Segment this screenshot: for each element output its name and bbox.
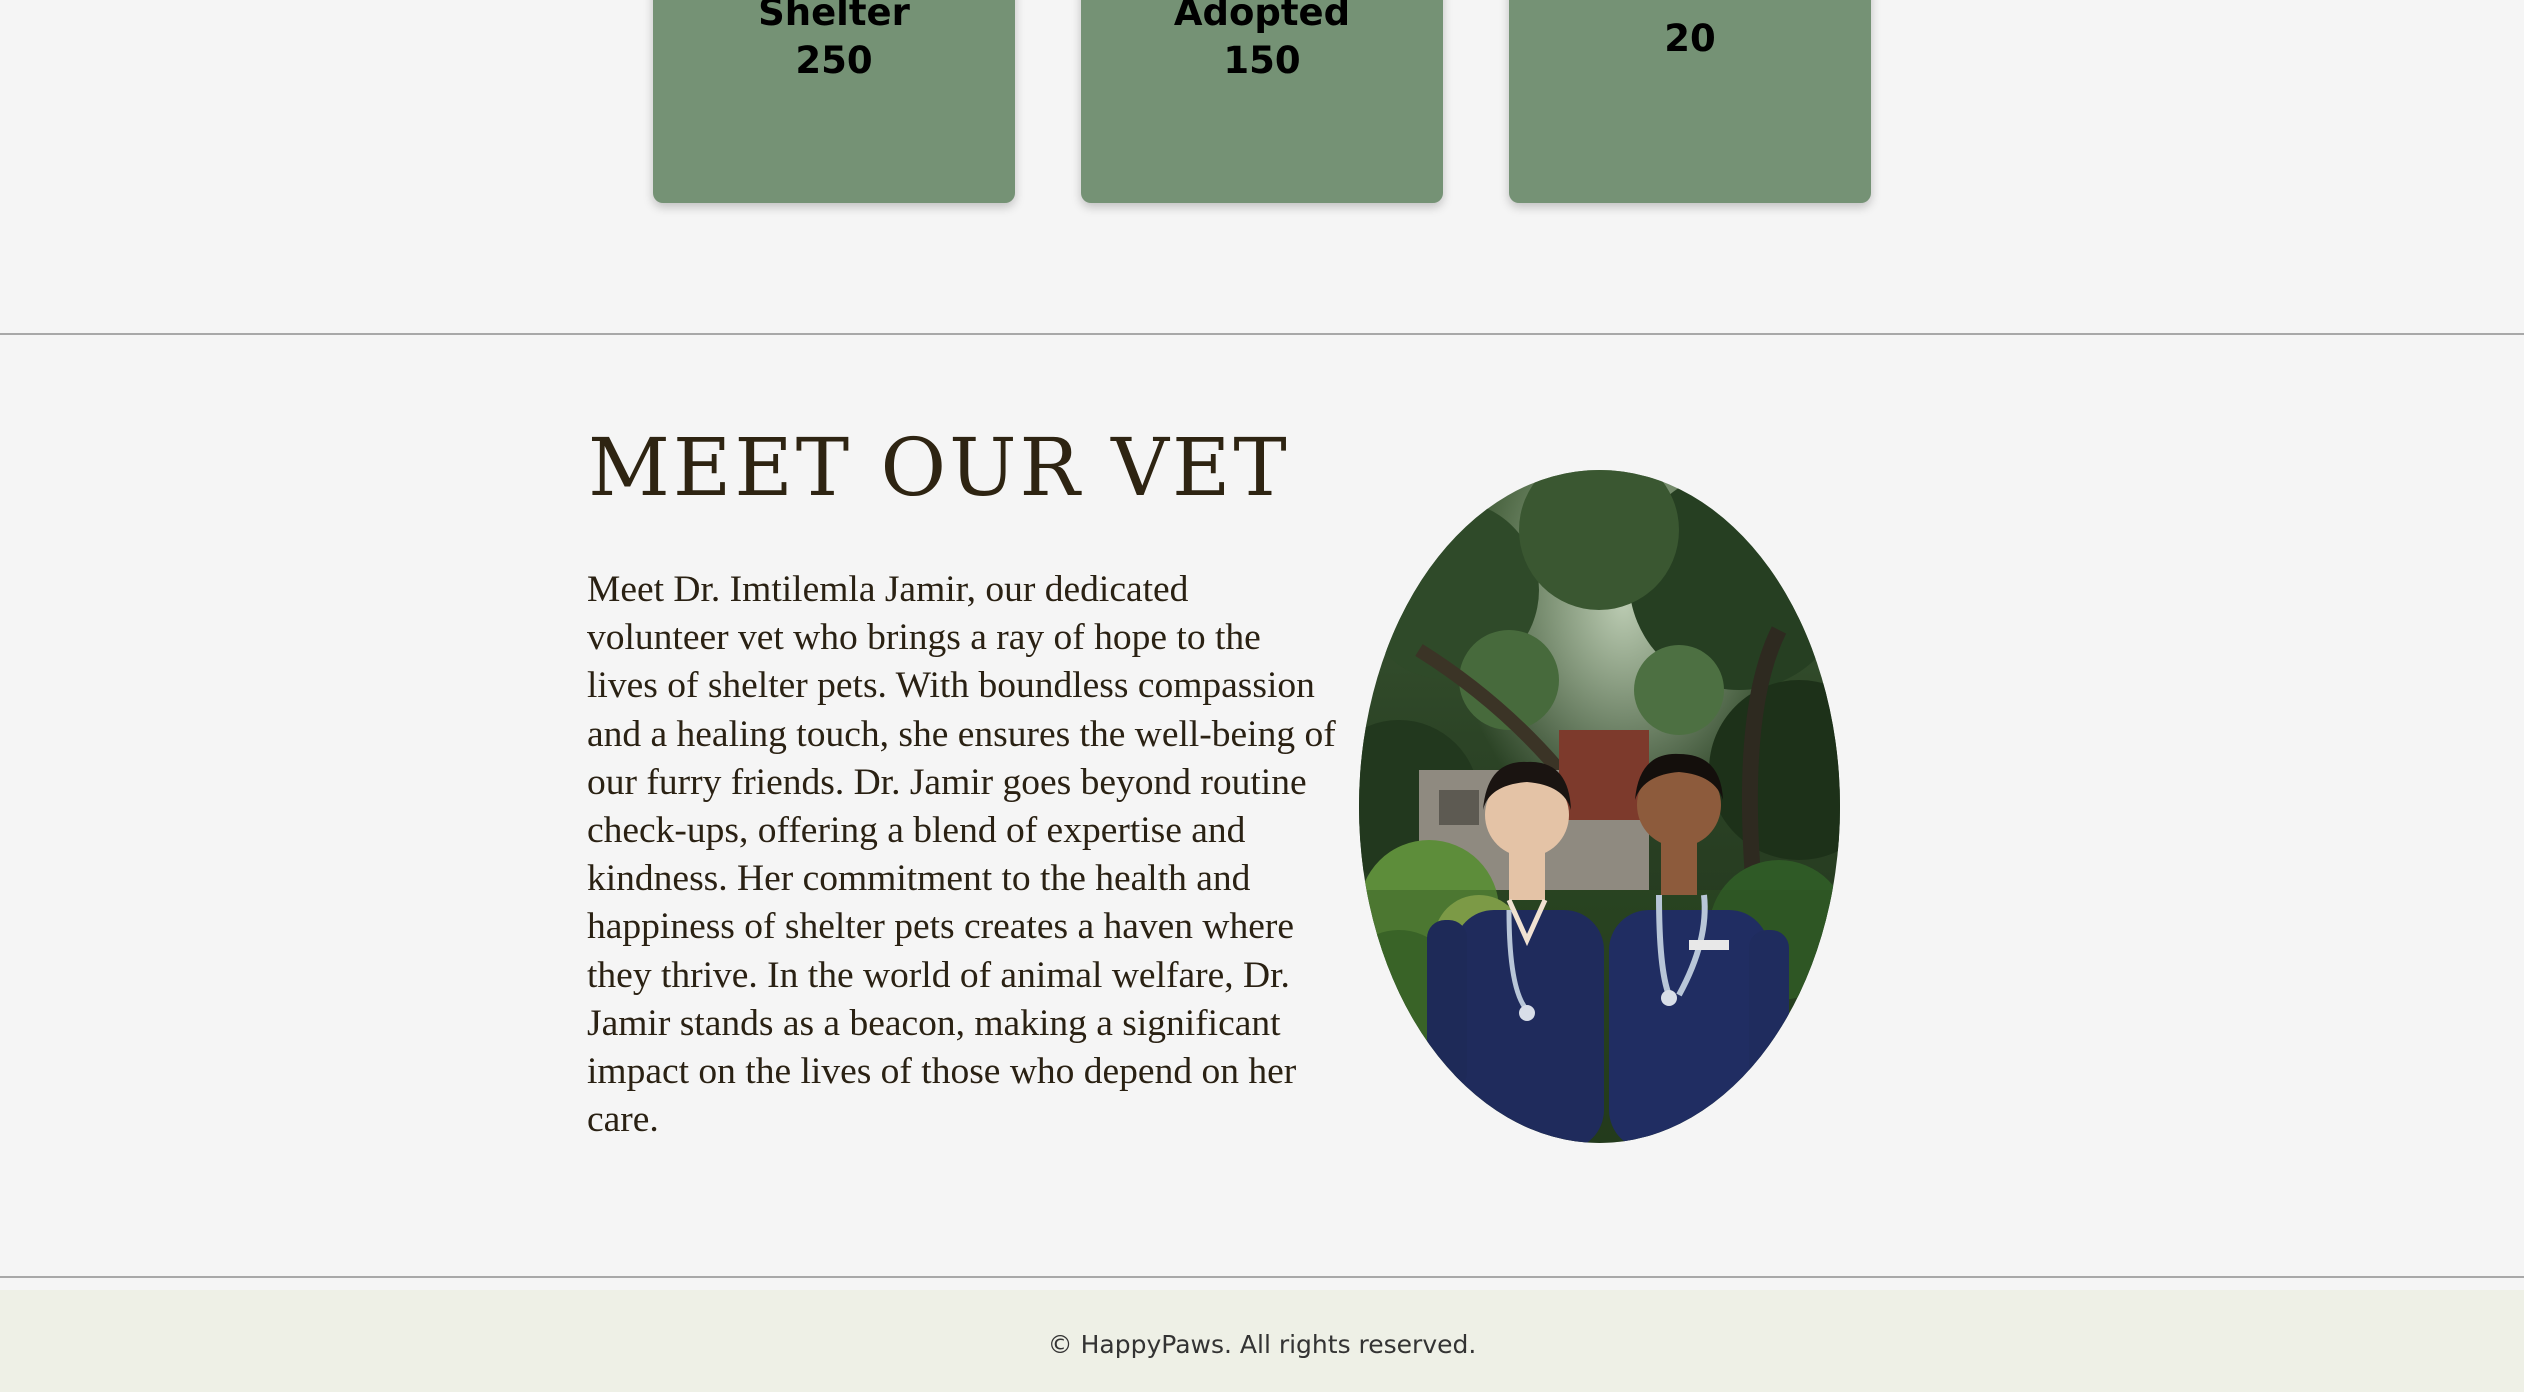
stat-value: 150	[1223, 39, 1301, 82]
footer-copyright: © HappyPaws. All rights reserved.	[1047, 1330, 1477, 1359]
vet-section-title: MEET OUR VET	[588, 421, 1290, 514]
stat-value: 250	[795, 39, 873, 82]
footer: © HappyPaws. All rights reserved.	[0, 1290, 2524, 1392]
stat-label: Shelter	[758, 0, 910, 34]
stat-card-shelter: Shelter 250	[653, 0, 1015, 203]
vet-description: Meet Dr. Imtilemla Jamir, our dedicated …	[587, 569, 1336, 1141]
stat-card-adopted: Adopted 150	[1081, 0, 1443, 203]
stat-value: 20	[1664, 17, 1716, 60]
section-divider	[0, 1276, 2524, 1278]
stat-card-third: 20	[1509, 0, 1871, 203]
section-divider	[0, 333, 2524, 335]
stat-label: Adopted	[1173, 0, 1351, 34]
vet-photo	[1359, 470, 1840, 1143]
